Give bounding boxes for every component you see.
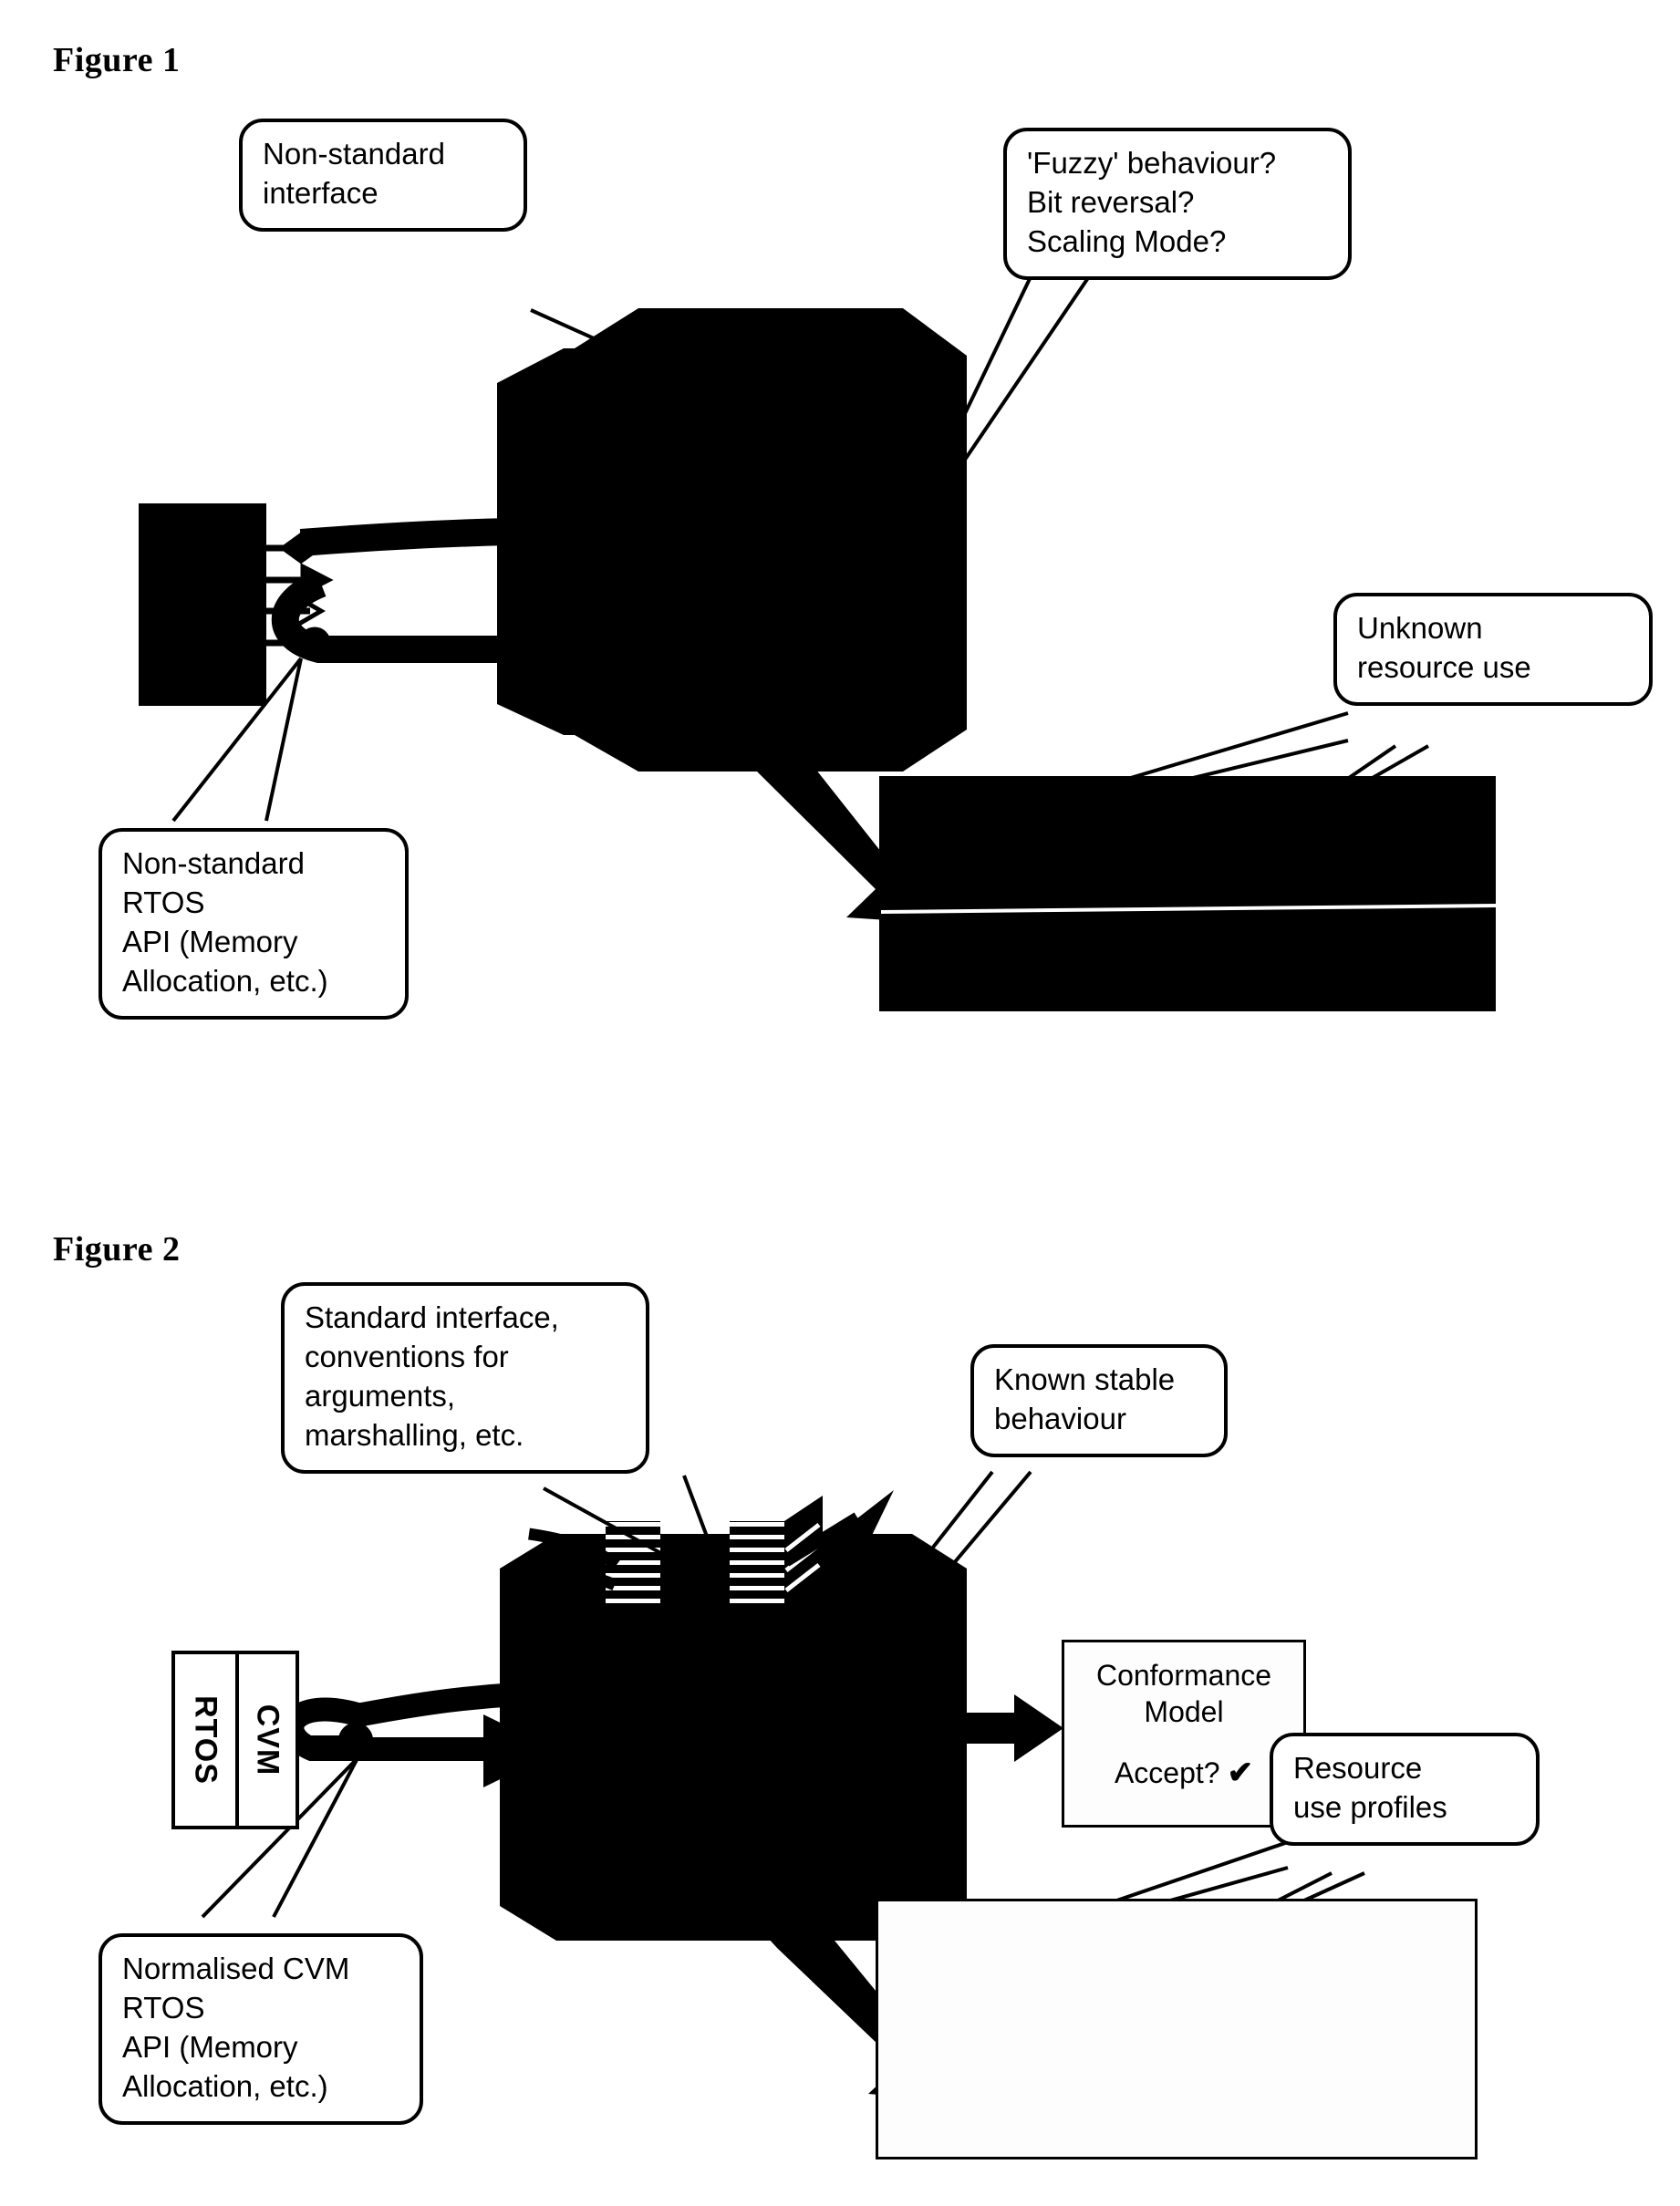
callout-standard-interface: Standard interface, conventions for argu…	[281, 1282, 649, 1474]
callout-line: Resource	[1293, 1751, 1423, 1785]
callout-line: Allocation, etc.)	[122, 963, 328, 998]
stack-col-rtos: RTOS	[175, 1654, 235, 1826]
fig1-resource-divider	[880, 904, 1497, 914]
callout-unknown-resource-use: Unknown resource use	[1333, 593, 1653, 706]
callout-line: RTOS	[122, 1990, 205, 2025]
fig1-resource-block	[879, 776, 1496, 1011]
callout-line: marshalling, etc.	[305, 1417, 524, 1452]
callout-line: RTOS	[122, 885, 205, 919]
fig2-leader-standard-b	[682, 1475, 724, 1579]
fig2-loop-arrow-lower	[280, 1697, 493, 1761]
fig2-leader-standard-a	[543, 1486, 716, 1585]
fig1-leader-resource-a	[1090, 711, 1349, 792]
callout-line: Unknown	[1357, 611, 1483, 645]
fig2-arrow-in-b	[521, 1560, 617, 1590]
fig2-socket-right	[730, 1521, 784, 1605]
fig2-loop-arrowhead	[483, 1714, 558, 1787]
callout-line: Standard interface,	[305, 1300, 559, 1334]
conformance-accept-row: Accept? ✔	[1064, 1754, 1303, 1793]
conformance-accept-label: Accept?	[1114, 1756, 1220, 1789]
fig2-socket-highlights	[784, 1523, 821, 1592]
fig1-leader-interface	[530, 308, 731, 401]
callout-line: arguments,	[305, 1378, 456, 1413]
callout-line: behaviour	[994, 1401, 1126, 1435]
fig1-loop-arrowhead	[500, 611, 584, 689]
callout-fuzzy-behaviour: 'Fuzzy' behaviour? Bit reversal? Scaling…	[1003, 128, 1352, 280]
fig2-arrow-out	[783, 1512, 861, 1567]
resource-profiles-panel	[876, 1899, 1478, 2159]
diagram-artwork	[139, 237, 1497, 2139]
fig2-leader-stable-b	[894, 1470, 1032, 1634]
callout-line: use profiles	[1293, 1789, 1447, 1824]
fig1-loop-arrow-path	[271, 571, 511, 663]
callout-normalised-cvm-rtos-api: Normalised CVM RTOS API (Memory Allocati…	[99, 1933, 423, 2125]
fig1-system-block	[497, 348, 967, 735]
callout-line: resource use	[1357, 649, 1531, 684]
fig2-system-block	[500, 1534, 967, 1941]
callout-non-standard-rtos-api: Non-standard RTOS API (Memory Allocation…	[99, 828, 409, 1020]
stack-label-cvm: CVM	[250, 1704, 285, 1776]
callout-line: Scaling Mode?	[1027, 223, 1227, 258]
fig1-connectors	[266, 532, 334, 659]
fig1-leader-rtos-b	[171, 657, 303, 823]
stack-col-cvm: CVM	[235, 1654, 296, 1826]
callout-line: Non-standard	[263, 137, 445, 171]
fig1-loop-arrow-top	[299, 518, 512, 556]
fig2-arrow-to-conformance	[967, 1713, 1020, 1744]
callout-line: API (Memory	[122, 2029, 298, 2064]
conformance-title-line2: Model	[1144, 1695, 1224, 1728]
figure-sheet: Figure 1 Non-standard interface 'Fuzzy' …	[0, 0, 1680, 2206]
fig2-socket-left	[606, 1521, 660, 1605]
callout-line: conventions for	[305, 1339, 509, 1373]
callout-line: Allocation, etc.)	[122, 2068, 328, 2103]
fig2-stack-knob	[338, 1723, 373, 1757]
fig2-arrow-in-a	[528, 1528, 620, 1570]
figure-1-caption: Figure 1	[53, 41, 181, 79]
fig1-leader-rtos-a	[264, 658, 303, 822]
fig1-leader-resource-b	[1330, 744, 1397, 792]
callout-line: interface	[263, 175, 379, 210]
stack-label-rtos: RTOS	[188, 1695, 223, 1785]
fig1-client-block	[139, 503, 266, 706]
fig2-rtos-cvm-stack: RTOS CVM	[171, 1651, 299, 1829]
callout-line: API (Memory	[122, 924, 298, 958]
checkmark-icon: ✔	[1227, 1755, 1254, 1790]
callout-non-standard-interface: Non-standard interface	[239, 119, 527, 232]
callout-line: Known stable	[994, 1362, 1176, 1396]
fig2-loop-arrow-upper	[349, 1683, 517, 1728]
callout-resource-use-profiles: Resource use profiles	[1270, 1733, 1540, 1846]
fig1-leader-fuzzy	[913, 238, 1051, 519]
callout-line: 'Fuzzy' behaviour?	[1027, 146, 1277, 180]
fig2-leader-stable-a	[870, 1470, 994, 1627]
fig1-output-arrow	[721, 730, 930, 923]
callout-line: Normalised CVM	[122, 1952, 350, 1985]
callout-line: Non-standard	[122, 846, 305, 880]
conformance-title-line1: Conformance	[1095, 1659, 1272, 1692]
figure-2-caption: Figure 2	[53, 1230, 181, 1269]
callout-known-stable-behaviour: Known stable behaviour	[970, 1344, 1228, 1457]
callout-line: Bit reversal?	[1027, 184, 1195, 219]
